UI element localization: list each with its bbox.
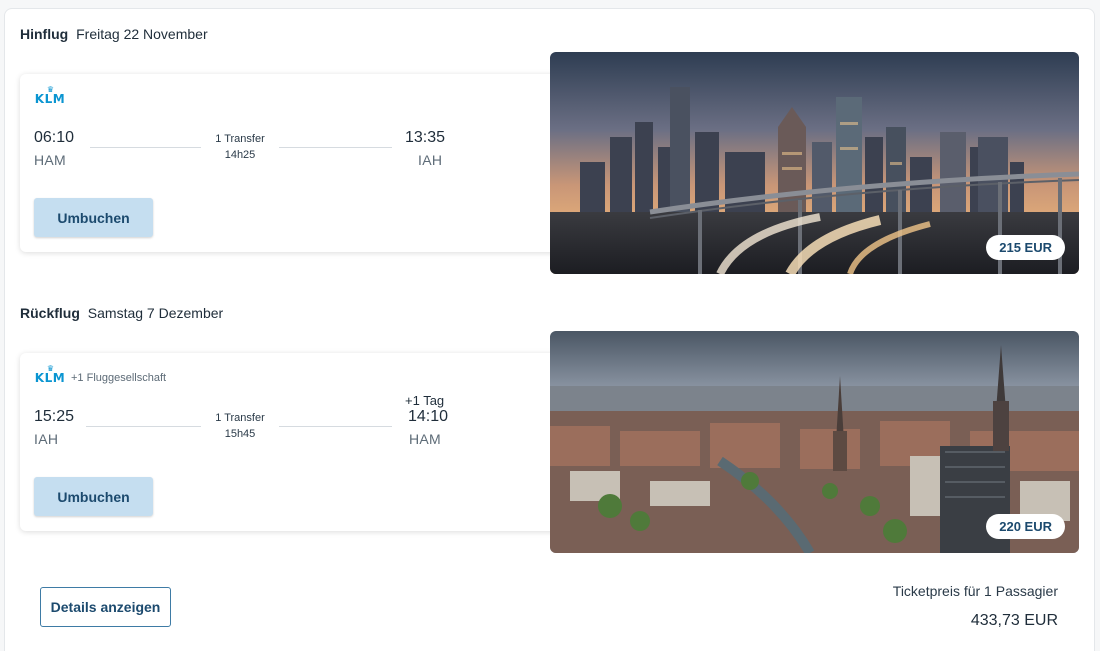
rebook-outbound-button[interactable]: Umbuchen (34, 198, 153, 237)
outbound-date: Freitag 22 November (76, 26, 208, 42)
return-flight-card: ♛ KLM +1 Fluggesellschaft 15:25 IAH 1 Tr… (20, 353, 600, 531)
departure-time: 06:10 (34, 129, 75, 146)
ticket-price-label: Ticketpreis für 1 Passagier (892, 583, 1058, 599)
ticket-price-total: 433,73 EUR (970, 612, 1058, 629)
rebook-return-button[interactable]: Umbuchen (34, 477, 153, 516)
klm-logo-icon: ♛ KLM (34, 364, 66, 385)
return-heading: Rückflug Samstag 7 Dezember (20, 305, 223, 321)
plus-day-indicator: +1 Tag (405, 393, 445, 408)
route-line-left (90, 147, 201, 148)
airline-logo: ♛ KLM +1 Fluggesellschaft (34, 364, 167, 385)
route-line-right (279, 147, 392, 148)
hamburg-city-photo: 220 EUR (550, 331, 1079, 553)
arrival-airport: HAM (409, 431, 442, 447)
return-date: Samstag 7 Dezember (87, 305, 224, 321)
transfer-count: 1 Transfer (215, 412, 265, 424)
arrival-airport: IAH (418, 152, 443, 168)
houston-skyline-photo: 215 EUR (550, 52, 1079, 274)
arrival-time: 13:35 (405, 129, 446, 146)
arrival-time: 14:10 (408, 408, 449, 425)
return-price-badge: 220 EUR (986, 514, 1065, 539)
route-line-right (279, 426, 392, 427)
airline-extra: +1 Fluggesellschaft (71, 372, 167, 384)
outbound-heading: Hinflug Freitag 22 November (20, 26, 208, 42)
airline-logo: ♛ KLM (34, 85, 71, 106)
route-line-left (86, 426, 201, 427)
outbound-label: Hinflug (20, 26, 69, 42)
transfer-count: 1 Transfer (215, 133, 265, 145)
departure-airport: IAH (34, 431, 59, 447)
outbound-flight-card: ♛ KLM 06:10 HAM 1 Transfer 14h25 13:35 I… (20, 74, 600, 252)
departure-airport: HAM (34, 152, 67, 168)
klm-logo-icon: ♛ KLM (34, 85, 66, 106)
details-button[interactable]: Details anzeigen (40, 587, 171, 627)
departure-time: 15:25 (34, 408, 75, 425)
flight-duration: 15h45 (224, 428, 256, 440)
outbound-price-badge: 215 EUR (986, 235, 1065, 260)
return-label: Rückflug (20, 305, 80, 321)
flight-duration: 14h25 (224, 149, 256, 161)
